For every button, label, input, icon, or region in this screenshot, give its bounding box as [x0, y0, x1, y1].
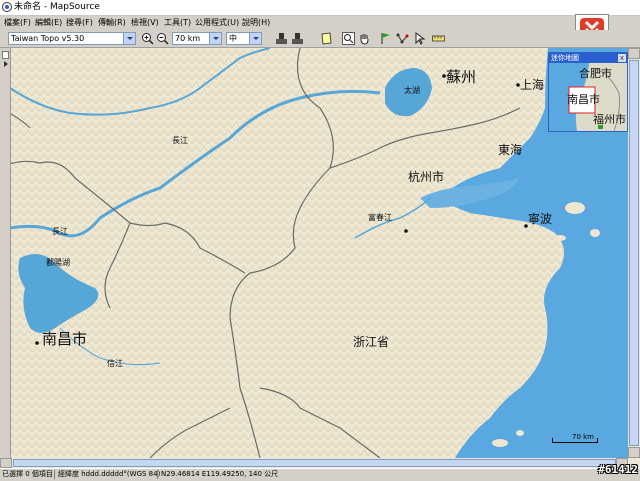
map-label-ningbo: 寧波	[528, 212, 553, 226]
title-bar: 未命名 - MapSource	[0, 0, 640, 16]
chevron-down-icon[interactable]	[123, 33, 135, 44]
map-label-donghai: 東海	[498, 143, 523, 157]
status-selection: 已選擇 0 個項目	[2, 470, 53, 478]
map-view[interactable]: 蘇州 太湖 上海 長江 東海 杭州市 富春江 寧波 長江 鄱陽湖 南昌市 信江 …	[0, 48, 628, 458]
vertical-scrollbar[interactable]	[628, 48, 640, 458]
zoom-out-icon[interactable]	[156, 32, 169, 45]
receive-from-device-icon[interactable]	[275, 32, 288, 45]
overview-label-hefei: 合肥市	[579, 67, 612, 80]
waypoint-tool-icon[interactable]	[379, 32, 392, 45]
map-label-zhejiang: 浙江省	[353, 335, 390, 349]
chevron-down-icon[interactable]	[209, 33, 221, 44]
detail-level-select[interactable]: 中	[226, 32, 262, 45]
measure-tool-icon[interactable]	[432, 32, 445, 45]
overview-map-window[interactable]: 迷你地圖 x 合肥市 南昌市 福州市	[548, 52, 628, 132]
scroll-up-button[interactable]	[628, 48, 640, 59]
menu-transfer[interactable]: 傳輸(R)	[98, 17, 126, 29]
zoom-level-value: 70 km	[175, 34, 201, 43]
zoom-tool-icon[interactable]	[342, 32, 355, 45]
scroll-left-button[interactable]	[0, 458, 12, 468]
menu-tools[interactable]: 工具(T)	[164, 17, 191, 29]
status-position: N29.46814 E119.49250, 140 公尺	[161, 470, 279, 478]
chevron-down-icon[interactable]	[249, 33, 261, 44]
scale-bar-label: 70 km	[572, 433, 595, 441]
status-bar: 已選擇 0 個項目 經緯度 hddd.ddddd°(WGS 84) N29.46…	[0, 468, 640, 481]
select-map-icon[interactable]	[320, 32, 333, 45]
expand-panel-icon[interactable]	[2, 51, 9, 67]
map-label-poyanghu: 鄱陽湖	[46, 258, 70, 267]
map-label-taihu: 太湖	[404, 86, 420, 95]
zoom-in-icon[interactable]	[141, 32, 154, 45]
overview-map[interactable]: 合肥市 南昌市 福州市	[549, 63, 627, 131]
scale-bar: 70 km	[552, 433, 598, 444]
detail-level-value: 中	[229, 34, 237, 43]
map-label-changjiang-west: 長江	[52, 227, 68, 236]
menu-help[interactable]: 說明(H)	[242, 17, 270, 29]
zoom-level-select[interactable]: 70 km	[172, 32, 222, 45]
overview-header: 迷你地圖 x	[549, 53, 627, 63]
menu-find[interactable]: 搜尋(F)	[66, 17, 93, 29]
vertical-scroll-thumb[interactable]	[629, 60, 639, 446]
overview-title: 迷你地圖	[551, 54, 579, 62]
route-tool-icon[interactable]	[396, 32, 409, 45]
map-canvas	[0, 48, 628, 458]
send-to-device-icon[interactable]	[291, 32, 304, 45]
window-title: 未命名 - MapSource	[14, 2, 100, 12]
status-coord-format: 經緯度 hddd.ddddd°(WGS 84)	[58, 470, 161, 478]
left-panel-strip	[0, 48, 11, 458]
map-label-hangzhou: 杭州市	[408, 170, 445, 184]
map-label-fuchunjiang: 富春江	[368, 213, 392, 222]
menu-utilities[interactable]: 公用程式(U)	[195, 17, 239, 29]
map-product-value: Taiwan Topo v5.30	[11, 34, 85, 43]
menu-edit[interactable]: 編輯(E)	[35, 17, 62, 29]
map-label-shanghai: 上海	[520, 78, 545, 92]
toolbar: Taiwan Topo v5.30 70 km 中	[0, 30, 640, 48]
overview-label-nanchang: 南昌市	[567, 93, 600, 106]
mapsource-app-icon	[2, 2, 12, 12]
map-label-suzhou: 蘇州	[446, 68, 477, 86]
map-label-xinjiang: 信江	[107, 359, 123, 368]
map-label-changjiang: 長江	[172, 136, 188, 145]
map-product-select[interactable]: Taiwan Topo v5.30	[8, 32, 136, 45]
menu-view[interactable]: 檢視(V)	[131, 17, 159, 29]
horizontal-scroll-thumb[interactable]	[13, 459, 616, 467]
hand-tool-icon[interactable]	[358, 32, 371, 45]
overview-label-fuzhou: 福州市	[593, 113, 626, 126]
horizontal-scrollbar[interactable]	[0, 458, 640, 468]
menu-file[interactable]: 檔案(F)	[4, 17, 31, 29]
image-watermark: #61412	[598, 463, 638, 476]
menu-bar: 檔案(F) 編輯(E) 搜尋(F) 傳輸(R) 檢視(V) 工具(T) 公用程式…	[0, 16, 640, 30]
scroll-down-button[interactable]	[628, 447, 640, 458]
map-label-nanchang: 南昌市	[42, 330, 88, 348]
close-icon[interactable]: x	[618, 54, 626, 62]
selection-tool-icon[interactable]	[413, 32, 426, 45]
